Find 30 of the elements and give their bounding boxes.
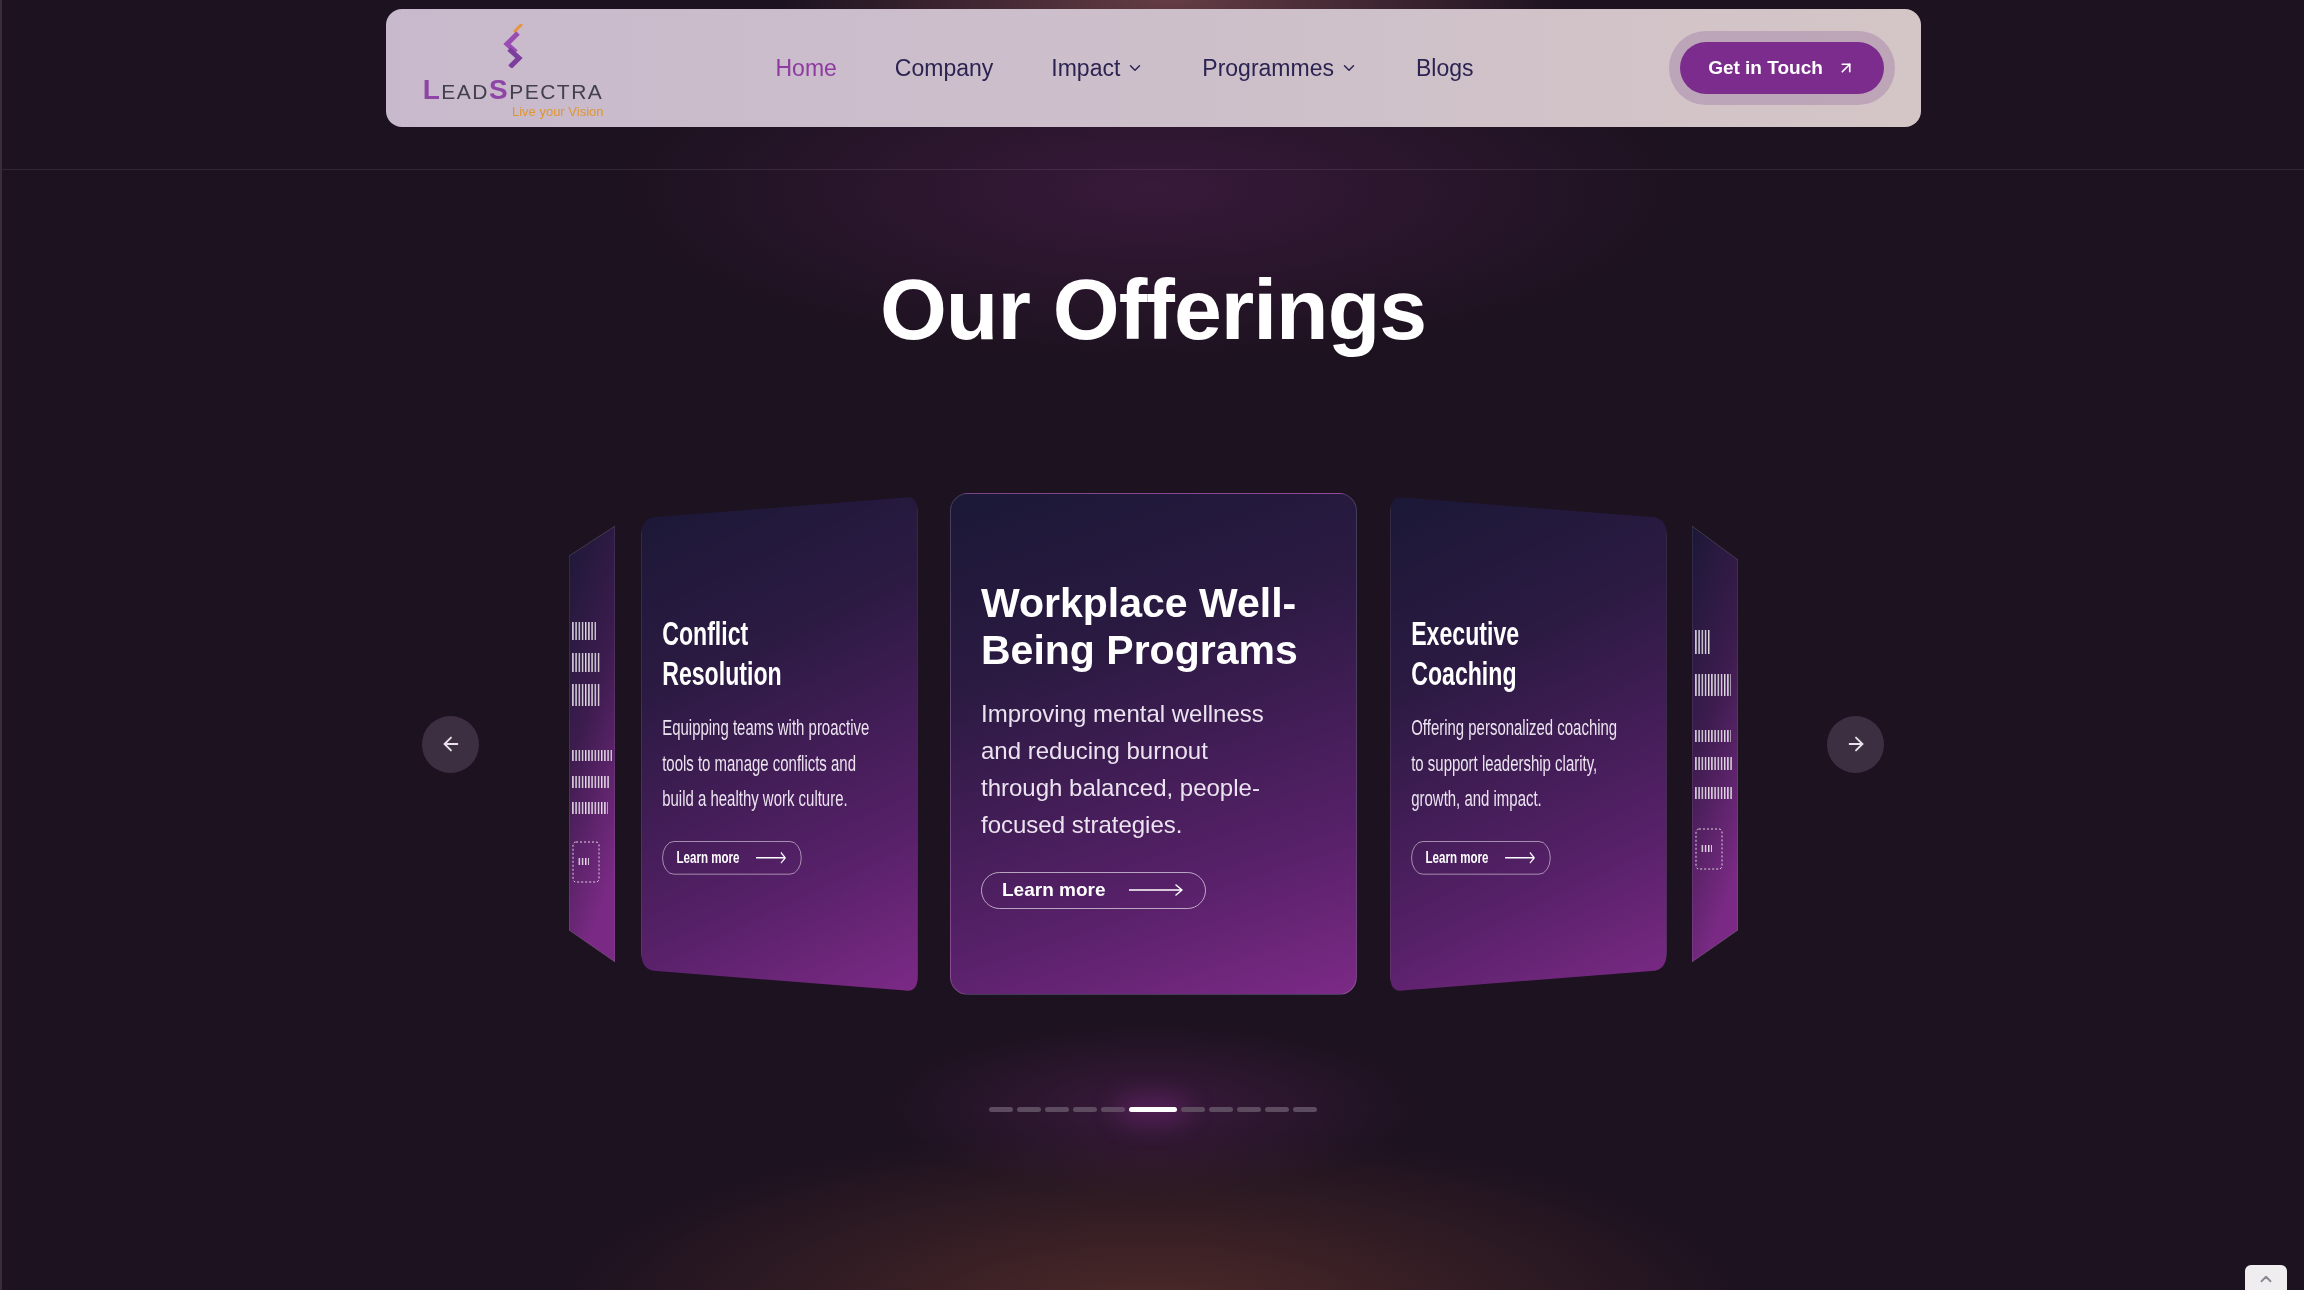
slide-indicator[interactable] (1237, 1107, 1261, 1112)
card-title: Executive Coaching (1410, 613, 1520, 693)
slide-indicator[interactable] (989, 1107, 1013, 1112)
nav-link[interactable]: Programmes (1202, 53, 1358, 83)
nav-link[interactable]: Home (775, 53, 837, 83)
previous-slide-button[interactable] (422, 715, 479, 773)
nav-link[interactable]: Impact (1051, 53, 1145, 83)
logo-wordmark: LEADSPECTRA (422, 76, 604, 106)
card-description: Improving mental wellness and reducing burnout through balanced, people-focused strategies. (981, 698, 1265, 840)
card-description: Offering personalized coaching to support leadership clarity, growth, and impact. (1410, 714, 1618, 814)
nav-link[interactable]: Blogs (1416, 53, 1474, 83)
slide-indicator[interactable] (1265, 1107, 1289, 1112)
slide-indicator[interactable] (1209, 1107, 1233, 1112)
scroll-to-top-button[interactable] (2245, 1265, 2287, 1290)
slide-indicator[interactable] (1293, 1107, 1317, 1112)
logo-tagline: Live your Vision (511, 105, 604, 118)
card-title: Workplace Well-Being Programs (981, 579, 1299, 674)
slide-indicator[interactable] (1045, 1107, 1069, 1112)
card-description: Equipping teams with proactive tools to manage conflicts and build a healthy work culture. (661, 714, 870, 814)
slide-indicator[interactable] (1129, 1107, 1177, 1112)
next-slide-button[interactable] (1827, 715, 1884, 773)
section-title: Our Offerings (879, 260, 1426, 359)
nav-link[interactable]: Company (894, 53, 994, 83)
slide-indicator[interactable] (1101, 1107, 1125, 1112)
card-title: Conflict Resolution (661, 613, 783, 693)
long-arrow-right-icon (1129, 884, 1184, 896)
slide-indicator[interactable] (1073, 1107, 1097, 1112)
slide-indicator[interactable] (1017, 1107, 1041, 1112)
slide-indicator[interactable] (1181, 1107, 1205, 1112)
get-in-touch-button[interactable]: Get in Touch (1679, 42, 1884, 94)
